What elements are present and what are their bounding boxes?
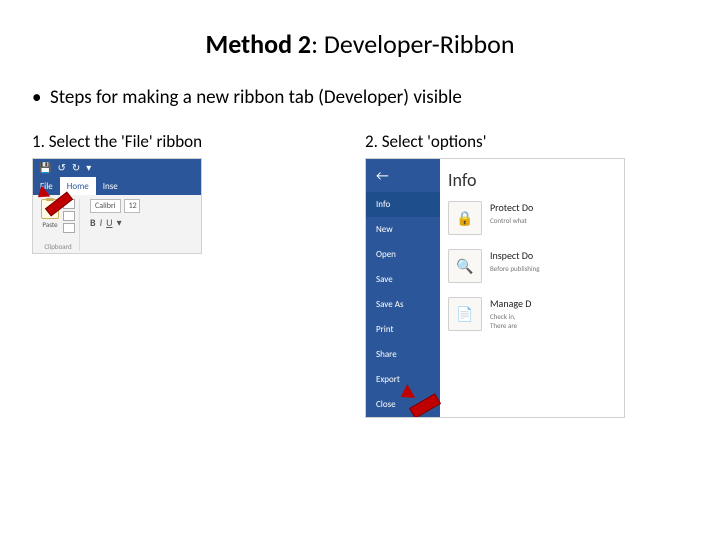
inspect-header: Inspect Do	[490, 249, 540, 262]
protect-header: Protect Do	[490, 201, 533, 214]
font-group: Calibri 12 B I U ▾	[86, 199, 144, 251]
manage-sub2: There are	[490, 321, 531, 330]
ribbon-tabs: File Home Inse	[33, 177, 201, 195]
inspect-sub: Before publishing	[490, 264, 540, 273]
sidebar-item-new[interactable]: New	[366, 217, 440, 242]
manage-document-icon[interactable]	[448, 297, 482, 331]
protect-block: Protect Do Control what	[448, 201, 616, 235]
tab-home[interactable]: Home	[60, 177, 96, 195]
clipboard-label: Clipboard	[44, 242, 71, 251]
sidebar-item-saveas[interactable]: Save As	[366, 292, 440, 317]
undo-icon[interactable]: ↺	[57, 163, 65, 173]
word-ribbon-screenshot: 💾 ↺ ↻ ▾ File Home Inse Paste	[32, 158, 202, 254]
sidebar-item-export[interactable]: Export	[366, 367, 440, 392]
paste-icon[interactable]	[41, 199, 59, 219]
inspect-block: Inspect Do Before publishing	[448, 249, 616, 283]
manage-header: Manage D	[490, 297, 531, 310]
bullet-dot: •	[32, 86, 50, 109]
back-button[interactable]: ←	[366, 159, 440, 192]
slide-title: Method 2: Developer-Ribbon	[32, 28, 688, 60]
bold-button[interactable]: B	[90, 216, 96, 229]
info-title: Info	[448, 169, 616, 191]
sidebar-item-save[interactable]: Save	[366, 267, 440, 292]
sidebar-item-open[interactable]: Open	[366, 242, 440, 267]
sidebar-item-print[interactable]: Print	[366, 317, 440, 342]
redo-icon[interactable]: ↻	[72, 163, 80, 173]
font-name-box[interactable]: Calibri	[90, 199, 121, 213]
save-icon[interactable]: 💾	[39, 163, 51, 173]
tab-insert[interactable]: Inse	[96, 177, 125, 195]
qat-more-icon[interactable]: ▾	[86, 163, 91, 173]
manage-block: Manage D Check in, There are	[448, 297, 616, 331]
check-issues-icon[interactable]	[448, 249, 482, 283]
info-pane: Info Protect Do Control what Inspect Do …	[440, 159, 624, 417]
title-bold: Method 2	[206, 28, 312, 60]
ribbon-body: Paste Clipboard Calibri 1	[33, 195, 201, 253]
sidebar-item-close[interactable]: Close	[366, 392, 440, 417]
file-sidebar: ← Info New Open Save Save As Print Share…	[366, 159, 440, 417]
tab-file[interactable]: File	[33, 177, 60, 195]
font-group-label	[114, 242, 116, 251]
font-size-box[interactable]: 12	[124, 199, 140, 213]
bullet-text: Steps for making a new ribbon tab (Devel…	[50, 86, 462, 109]
underline-button[interactable]: U	[106, 216, 112, 229]
copy-icon[interactable]	[63, 211, 75, 221]
step1-label: 1. Select the 'File' ribbon	[32, 131, 355, 152]
bullet-line: •Steps for making a new ribbon tab (Deve…	[32, 86, 688, 109]
protect-sub: Control what	[490, 216, 533, 225]
step2-label: 2. Select 'options'	[365, 131, 688, 152]
manage-sub1: Check in,	[490, 312, 531, 321]
font-more-icon[interactable]: ▾	[117, 216, 122, 229]
title-rest: : Developer-Ribbon	[311, 28, 514, 60]
sidebar-item-info[interactable]: Info	[366, 192, 440, 217]
clipboard-group: Paste Clipboard	[37, 199, 80, 251]
format-painter-icon[interactable]	[63, 223, 75, 233]
italic-button[interactable]: I	[100, 216, 103, 229]
protect-document-icon[interactable]	[448, 201, 482, 235]
quick-access-toolbar: 💾 ↺ ↻ ▾	[33, 159, 201, 177]
cut-icon[interactable]	[63, 199, 75, 209]
sidebar-item-share[interactable]: Share	[366, 342, 440, 367]
paste-label: Paste	[42, 220, 57, 229]
file-backstage-screenshot: ← Info New Open Save Save As Print Share…	[365, 158, 625, 418]
